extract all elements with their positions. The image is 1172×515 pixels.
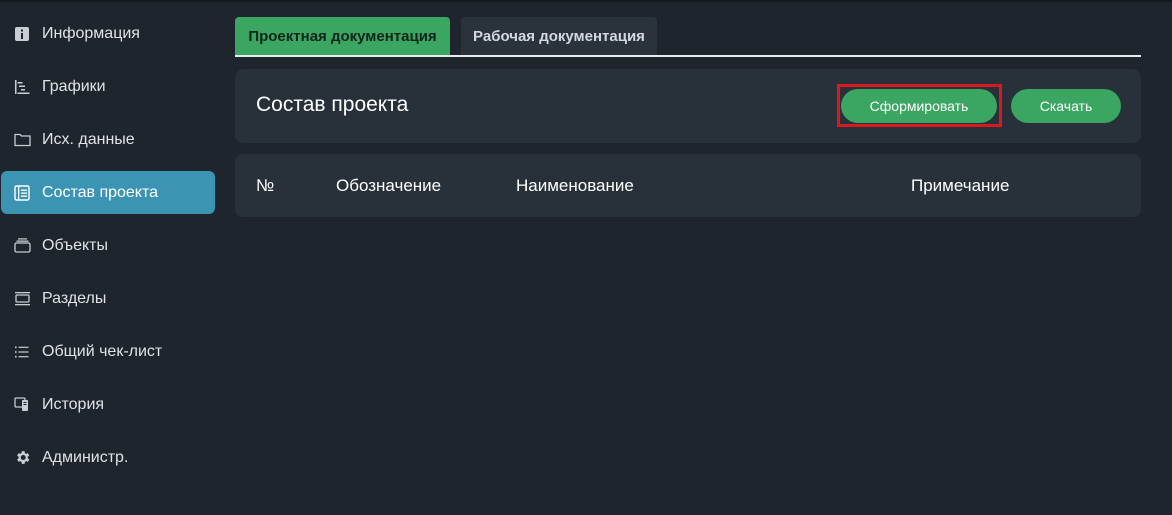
gear-icon [13, 449, 31, 467]
download-button[interactable]: Скачать [1011, 89, 1121, 123]
header-panel: Состав проекта Сформировать Скачать [235, 69, 1141, 143]
document-list-icon [13, 184, 31, 202]
sidebar-item-source-data[interactable]: Исх. данные [1, 118, 215, 161]
sidebar-item-label: Общий чек-лист [42, 342, 163, 360]
sidebar-item-info[interactable]: Информация [1, 12, 215, 55]
tab-working-documentation[interactable]: Рабочая документация [461, 17, 657, 55]
sidebar-item-label: Объекты [42, 236, 108, 254]
sidebar-item-objects[interactable]: Объекты [1, 224, 215, 267]
sidebar-item-label: Исх. данные [42, 130, 135, 148]
sidebar-item-admin[interactable]: Администр. [1, 436, 215, 479]
sidebar-item-charts[interactable]: Графики [1, 65, 215, 108]
sidebar-item-checklist[interactable]: Общий чек-лист [1, 330, 215, 373]
sections-icon [13, 290, 31, 308]
column-header-name: Наименование [516, 176, 634, 195]
generate-button[interactable]: Сформировать [841, 89, 997, 123]
sidebar-item-label: Информация [42, 24, 140, 42]
sidebar-item-label: Разделы [42, 289, 107, 307]
column-header-designation: Обозначение [336, 176, 442, 195]
history-icon [13, 396, 31, 414]
table-header: № Обозначение Наименование Примечание [235, 154, 1141, 217]
sidebar-item-history[interactable]: История [1, 383, 215, 426]
sidebar-item-label: Графики [42, 77, 106, 95]
stack-icon [13, 237, 31, 255]
column-header-note: Примечание [911, 176, 1010, 195]
sidebar-item-project-composition[interactable]: Состав проекта [1, 171, 215, 214]
folder-icon [13, 131, 31, 149]
tab-project-documentation[interactable]: Проектная документация [235, 17, 450, 55]
column-header-number: № [256, 176, 275, 195]
sidebar-item-sections[interactable]: Разделы [1, 277, 215, 320]
documentation-tabs: Проектная документация Рабочая документа… [235, 17, 1141, 57]
sidebar: Информация Графики Исх. данные Состав пр… [0, 12, 218, 489]
sidebar-item-label: Состав проекта [42, 183, 159, 201]
sidebar-item-label: Администр. [42, 448, 129, 466]
info-icon [13, 25, 31, 43]
sidebar-item-label: История [42, 395, 105, 413]
gantt-chart-icon [13, 78, 31, 96]
top-border [0, 0, 1172, 2]
page-title: Состав проекта [256, 93, 409, 116]
checklist-icon [13, 343, 31, 361]
